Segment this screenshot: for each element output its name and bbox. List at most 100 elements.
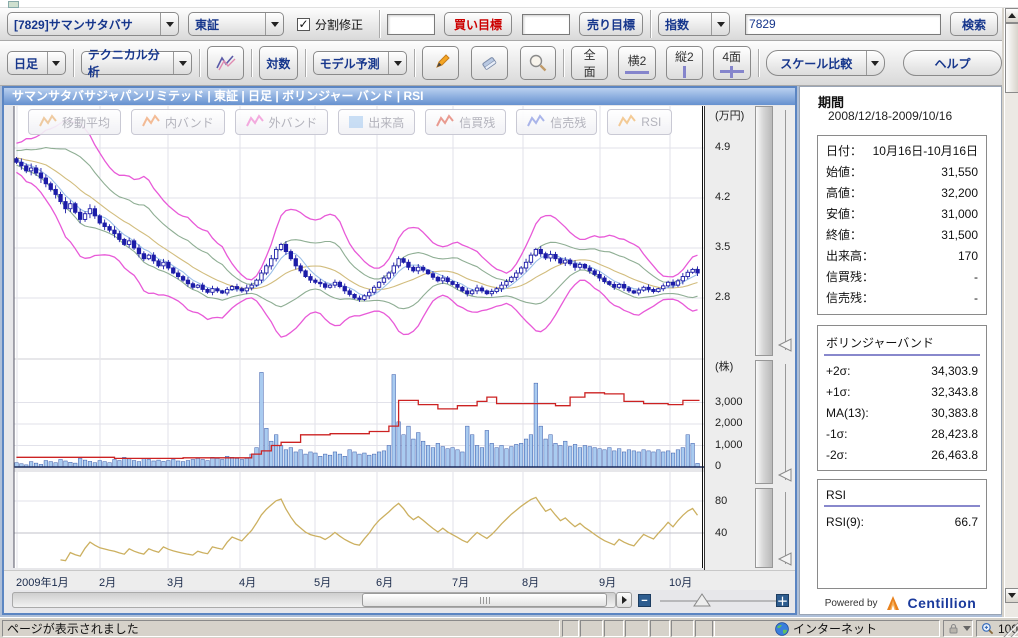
chart-scrollbar-thumb[interactable] <box>362 593 607 607</box>
quote-row-value: 31,550 <box>941 165 978 179</box>
browser-mini-icon <box>8 1 19 8</box>
quote-row: 始値：31,550 <box>818 161 986 182</box>
full-view-label: 全面 <box>578 46 601 80</box>
quad-split-icon <box>720 66 744 78</box>
rsi-tick: 40 <box>715 527 727 539</box>
legend-label: 出来高 <box>368 114 404 131</box>
quote-rows: 日付：10月16日-10月16日始値：31,550高値：32,200安値：31,… <box>818 140 986 308</box>
volume-scale-slider[interactable] <box>785 364 786 480</box>
line-chart-button[interactable] <box>207 46 244 80</box>
chevron-down-icon[interactable] <box>388 52 406 74</box>
status-pane <box>562 620 579 637</box>
legend-button-RSI[interactable]: RSI <box>607 109 672 135</box>
price-tick: 3.5 <box>715 241 730 253</box>
rsi-scale-bar[interactable] <box>755 488 773 568</box>
chevron-down-icon[interactable] <box>160 13 178 35</box>
index-dropdown[interactable]: 指数 <box>658 12 730 36</box>
scroll-right-button[interactable] <box>616 592 632 608</box>
zoom-slider[interactable] <box>656 591 784 610</box>
vertical-scrollbar[interactable] <box>1004 8 1018 617</box>
bollinger-row-label: +1σ: <box>826 385 850 399</box>
help-button[interactable]: ヘルプ <box>903 50 1002 76</box>
index-dropdown-label: 指数 <box>659 13 711 35</box>
quote-row-label: 日付： <box>826 142 862 159</box>
month-label: 3月 <box>167 574 184 590</box>
up-arrow-icon <box>1008 13 1016 18</box>
volume-scale-bar[interactable] <box>755 360 773 484</box>
chart-canvas[interactable] <box>4 105 704 570</box>
bollinger-row-label: MA(13): <box>826 406 869 420</box>
price-scale-handle[interactable] <box>777 338 793 352</box>
legend-button-信買残[interactable]: 信買残 <box>425 109 506 135</box>
buy-target-button[interactable]: 買い目標 <box>444 12 512 36</box>
vertical-scrollbar-thumb[interactable] <box>1005 23 1018 93</box>
model-forecast-dropdown[interactable]: モデル予測 <box>313 51 408 75</box>
exchange-dropdown[interactable]: 東証 <box>188 12 284 36</box>
symbol-search-input[interactable] <box>745 14 941 35</box>
chevron-down-icon <box>963 626 971 631</box>
log-scale-button[interactable]: 対数 <box>259 46 298 80</box>
legend-label: 信売残 <box>550 114 586 131</box>
search-button[interactable]: 検索 <box>950 12 998 36</box>
buy-target-input[interactable] <box>387 14 435 35</box>
browser-top-strip <box>0 0 1018 8</box>
zoom-in-button[interactable]: ＋ <box>776 594 789 607</box>
split-adjust-checkbox[interactable]: ✓ <box>297 18 310 31</box>
zoom-tool-button[interactable] <box>520 46 557 80</box>
price-scale-slider[interactable] <box>785 110 786 350</box>
bollinger-row-value: 32,343.8 <box>931 385 978 399</box>
chart-legend: 移動平均内バンド外バンド 出来高 信買残 信売残 RSI <box>28 109 672 135</box>
legend-button-内バンド[interactable]: 内バンド <box>131 109 225 135</box>
separator <box>73 49 74 77</box>
sell-target-button[interactable]: 売り目標 <box>579 12 643 36</box>
sell-target-input[interactable] <box>522 14 570 35</box>
status-pane <box>580 620 603 637</box>
lock-icon <box>948 623 959 634</box>
volume-scale-handle[interactable] <box>777 468 793 482</box>
bollinger-row: +1σ: 32,343.8 <box>818 381 986 402</box>
chevron-down-icon[interactable] <box>47 52 65 74</box>
split-quad-button[interactable]: 4面 <box>713 46 751 80</box>
protected-mode-pane[interactable] <box>943 620 973 637</box>
split-horizontal-button[interactable]: 横2 <box>618 46 656 80</box>
split-vertical-button[interactable]: 縦2 <box>666 46 703 80</box>
quote-row: 信買残：- <box>818 266 986 287</box>
symbol-dropdown[interactable]: [7829]サマンサタバサ <box>7 12 179 36</box>
legend-button-信売残[interactable]: 信売残 <box>516 109 597 135</box>
chevron-down-icon[interactable] <box>265 13 283 35</box>
bollinger-row-value: 30,383.8 <box>931 406 978 420</box>
bollinger-row: +2σ:34,303.9 <box>818 360 986 381</box>
scroll-down-button[interactable] <box>1005 588 1018 603</box>
chevron-down-icon[interactable] <box>173 52 191 74</box>
draw-pencil-button[interactable] <box>422 46 459 80</box>
chevron-down-icon[interactable] <box>711 13 729 35</box>
rsi-rule <box>824 505 980 507</box>
toolbar-row-1: [7829]サマンサタバサ 東証 ✓ 分割修正 買い目標 売り目標 指数 検索 <box>0 8 1002 41</box>
scroll-up-button[interactable] <box>1005 8 1018 23</box>
bollinger-box: ボリンジャーバンド +2σ:34,303.9+1σ:32,343.8MA(13)… <box>817 325 987 471</box>
scale-compare-dropdown[interactable]: スケール比較 <box>766 50 885 76</box>
status-message: ページが表示されました <box>2 620 560 637</box>
quote-row-value: 31,500 <box>941 228 978 242</box>
chart-scrollbar-track[interactable] <box>12 592 616 608</box>
bollinger-rows: +2σ:34,303.9+1σ:32,343.8MA(13):30,383.8-… <box>818 360 986 465</box>
legend-button-出来高[interactable]: 出来高 <box>338 109 415 135</box>
legend-button-移動平均[interactable]: 移動平均 <box>28 109 121 135</box>
chart-scroll-row: − ＋ <box>4 591 795 610</box>
period-dropdown[interactable]: 日足 <box>7 51 66 75</box>
exchange-dropdown-label: 東証 <box>189 13 265 35</box>
technical-analysis-dropdown[interactable]: テクニカル分析 <box>81 51 193 75</box>
chevron-down-icon[interactable] <box>866 51 884 75</box>
price-scale-bar[interactable] <box>755 106 773 356</box>
bollinger-row-label: +2σ: <box>826 364 850 378</box>
quote-row-label: 出来高： <box>826 247 874 264</box>
eraser-button[interactable] <box>471 46 508 80</box>
full-view-button[interactable]: 全面 <box>571 46 608 80</box>
legend-button-外バンド[interactable]: 外バンド <box>235 109 329 135</box>
rsi-row: RSI(9):66.7 <box>818 511 986 532</box>
rsi-scale-handle[interactable] <box>777 552 793 566</box>
zoom-out-button[interactable]: − <box>638 594 651 607</box>
status-zone-pane: インターネット <box>712 620 940 637</box>
legend-label: RSI <box>641 115 661 129</box>
split-vertical-label: 縦2 <box>675 48 694 65</box>
